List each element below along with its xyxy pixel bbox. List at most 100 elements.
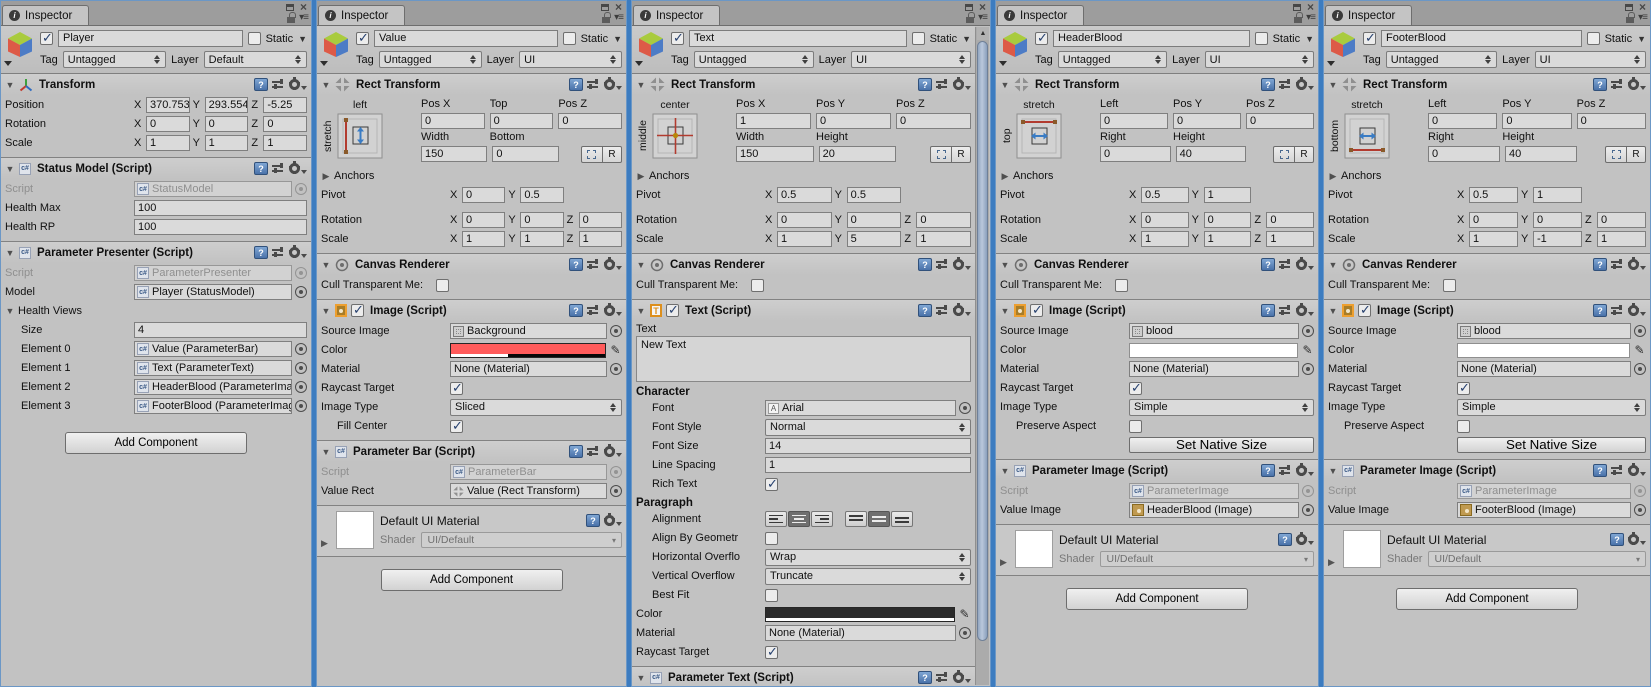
element-1-field[interactable]: c# Text (ParameterText) [134,360,292,376]
add-component-button[interactable]: Add Component [65,432,247,454]
pos-y-field[interactable]: 0 [1173,113,1241,129]
tab-inspector[interactable]: i Inspector [318,5,406,25]
gear-icon[interactable] [604,444,622,457]
scale-x-field[interactable]: 1 [462,231,506,247]
icon-dropdown-arrow[interactable] [999,61,1007,66]
component-enabled-checkbox[interactable] [666,302,679,318]
material-preview-thumbnail[interactable] [1343,530,1381,568]
presets-icon[interactable] [1611,465,1624,476]
presets-icon[interactable] [1279,465,1292,476]
cull-transparent-checkbox[interactable] [1443,278,1456,292]
gear-icon[interactable] [1296,303,1314,316]
foldout-icon[interactable]: ▼ [636,260,646,270]
icon-dropdown-arrow[interactable] [4,61,12,66]
help-icon[interactable]: ? [254,78,268,91]
raycast-target-checkbox[interactable] [1457,380,1470,396]
anchor-preset[interactable]: left stretch [321,98,415,165]
foldout-icon[interactable]: ▶ [636,171,646,182]
position-y-field[interactable]: 293.554 [204,97,249,113]
tag-dropdown[interactable]: Untagged [693,51,814,68]
left-field[interactable]: 0 [1428,113,1498,129]
object-picker-icon[interactable] [610,325,622,337]
shader-dropdown[interactable]: UI/Default ▾ [1428,551,1646,567]
icon-dropdown-arrow[interactable] [320,61,328,66]
close-icon[interactable]: × [1639,1,1646,13]
pos-z-field[interactable]: 0 [1246,113,1314,129]
object-picker-icon[interactable] [1634,504,1646,516]
foldout-icon[interactable]: ▼ [321,260,331,270]
rotation-z-field[interactable]: 0 [578,212,622,228]
foldout-icon[interactable]: ▼ [5,80,15,90]
anchor-preset[interactable]: center middle [636,98,730,165]
blueprint-mode-button[interactable] [580,146,603,163]
gear-icon[interactable] [953,257,971,270]
object-picker-icon[interactable] [1634,325,1646,337]
foldout-icon[interactable]: ▶ [321,171,331,182]
eyedropper-icon[interactable]: ✎ [1301,343,1314,357]
presets-icon[interactable] [936,305,949,316]
material-field[interactable]: None (Material) [1129,361,1299,377]
static-dropdown-arrow[interactable]: ▼ [1637,34,1646,44]
text-value-textarea[interactable]: New Text [636,336,971,382]
layer-dropdown[interactable]: UI [1204,51,1314,68]
presets-icon[interactable] [1279,259,1292,270]
close-icon[interactable]: × [300,1,307,13]
element-2-field[interactable]: c#HeaderBlood (ParameterImage) [134,379,292,395]
material-expand-icon[interactable]: ▶ [1000,557,1009,568]
height-field[interactable]: 40 [1175,146,1247,162]
scroll-up-icon[interactable]: ▲ [977,27,989,40]
anchor-preset[interactable]: stretch top [1000,98,1094,165]
tab-inspector[interactable]: i Inspector [633,5,721,25]
health-max-field[interactable]: 100 [134,200,307,216]
raw-edit-mode-button[interactable]: R [602,146,622,163]
size-field[interactable]: 4 [134,322,307,338]
raycast-target-checkbox[interactable] [1129,380,1142,396]
right-field[interactable]: 0 [1100,146,1171,162]
pivot-y-field[interactable]: 1 [1203,187,1252,203]
gear-icon[interactable] [1296,257,1314,270]
object-picker-icon[interactable] [610,485,622,497]
tab-inspector[interactable]: i Inspector [997,5,1085,25]
icon-dropdown-arrow[interactable] [1327,61,1335,66]
rotation-y-field[interactable]: 0 [846,212,902,228]
pivot-y-field[interactable]: 0.5 [846,187,902,203]
raycast-target-checkbox[interactable] [765,644,778,660]
foldout-icon[interactable]: ▶ [1328,171,1338,182]
color-swatch[interactable] [450,342,606,358]
scale-z-field[interactable]: 1 [578,231,622,247]
material-expand-icon[interactable]: ▶ [321,538,330,549]
eyedropper-icon[interactable]: ✎ [609,343,622,357]
static-dropdown-arrow[interactable]: ▼ [962,34,971,44]
scale-y-field[interactable]: 1 [1203,231,1252,247]
help-icon[interactable]: ? [1261,78,1275,91]
pos-x-field[interactable]: 0 [421,113,485,129]
image-type-dropdown[interactable]: Simple [1457,398,1646,416]
scale-y-field[interactable]: 1 [204,135,249,151]
object-picker-icon[interactable] [295,286,307,298]
presets-icon[interactable] [587,79,600,90]
source-image-field[interactable]: Background [450,323,607,339]
help-icon[interactable]: ? [1261,258,1275,271]
scrollbar-thumb[interactable] [977,41,988,641]
scale-x-field[interactable]: 1 [1141,231,1189,247]
presets-icon[interactable] [272,163,285,174]
object-picker-icon[interactable] [295,381,307,393]
static-dropdown-arrow[interactable]: ▼ [298,34,307,44]
gameobject-name-field[interactable]: Text [689,30,907,47]
raycast-target-checkbox[interactable] [450,380,463,396]
object-picker-icon[interactable] [295,267,307,279]
blueprint-mode-button[interactable] [930,146,953,163]
vertical-scrollbar[interactable]: ▲ [975,27,989,685]
object-picker-icon[interactable] [1302,363,1314,375]
tag-dropdown[interactable]: Untagged [62,51,167,68]
anchor-preset[interactable]: stretch bottom [1328,98,1422,165]
model-field[interactable]: c# Player (StatusModel) [134,284,292,300]
object-picker-icon[interactable] [295,400,307,412]
foldout-icon[interactable]: ▼ [5,306,15,316]
horizontal-overflow-dropdown[interactable]: Wrap [765,548,971,566]
lock-icon[interactable] [1626,12,1636,23]
preserve-aspect-checkbox[interactable] [1457,419,1470,433]
rotation-z-field[interactable]: 0 [1266,212,1315,228]
health-rp-field[interactable]: 100 [134,219,307,235]
rotation-x-field[interactable]: 0 [1469,212,1518,228]
